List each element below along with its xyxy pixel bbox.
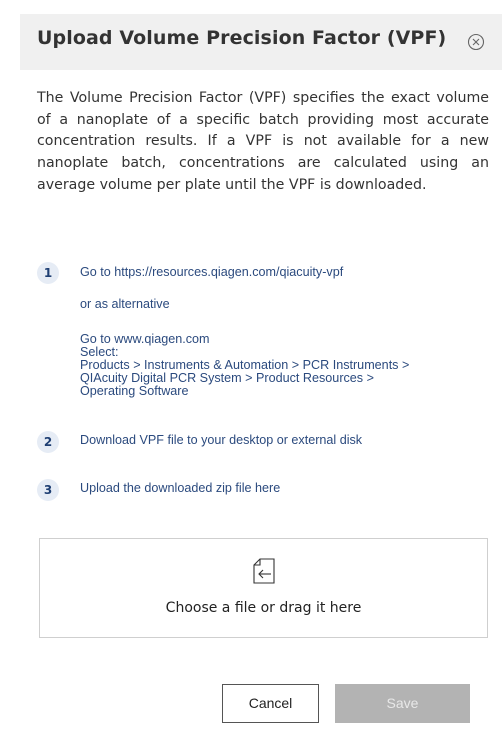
step-number-3: 3 <box>37 479 59 501</box>
step-1-line-url: Go to https://resources.qiagen.com/qiacu… <box>80 265 344 279</box>
step-number-1: 1 <box>37 262 59 284</box>
step-3-text: Upload the downloaded zip file here <box>80 481 281 495</box>
cancel-button[interactable]: Cancel <box>222 684 319 723</box>
dialog-header: Upload Volume Precision Factor (VPF) <box>20 14 502 70</box>
file-dropzone[interactable]: Choose a file or drag it here <box>39 538 488 638</box>
step-2-text: Download VPF file to your desktop or ext… <box>80 433 363 447</box>
file-upload-icon <box>253 558 275 584</box>
dialog-title: Upload Volume Precision Factor (VPF) <box>37 27 447 49</box>
step-1-line-path-3: Operating Software <box>80 384 189 398</box>
dropzone-label: Choose a file or drag it here <box>165 600 362 616</box>
step-1-line-alternative: or as alternative <box>80 297 170 311</box>
save-button[interactable]: Save <box>335 684 470 723</box>
step-number-2: 2 <box>37 431 59 453</box>
vpf-description: The Volume Precision Factor (VPF) specif… <box>37 90 489 193</box>
close-icon[interactable] <box>467 33 485 51</box>
